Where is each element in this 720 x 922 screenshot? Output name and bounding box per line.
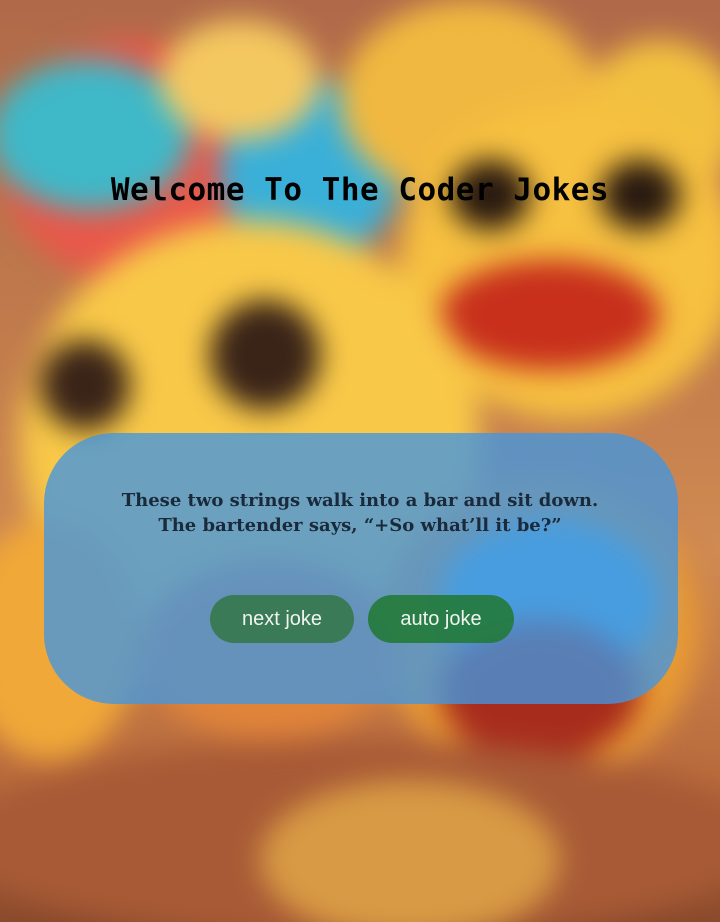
- next-joke-button[interactable]: next joke: [210, 595, 354, 643]
- joke-card: [44, 433, 678, 704]
- auto-joke-button[interactable]: auto joke: [368, 595, 514, 643]
- joke-text: These two strings walk into a bar and si…: [121, 490, 599, 536]
- page-title: Welcome To The Coder Jokes: [110, 172, 610, 208]
